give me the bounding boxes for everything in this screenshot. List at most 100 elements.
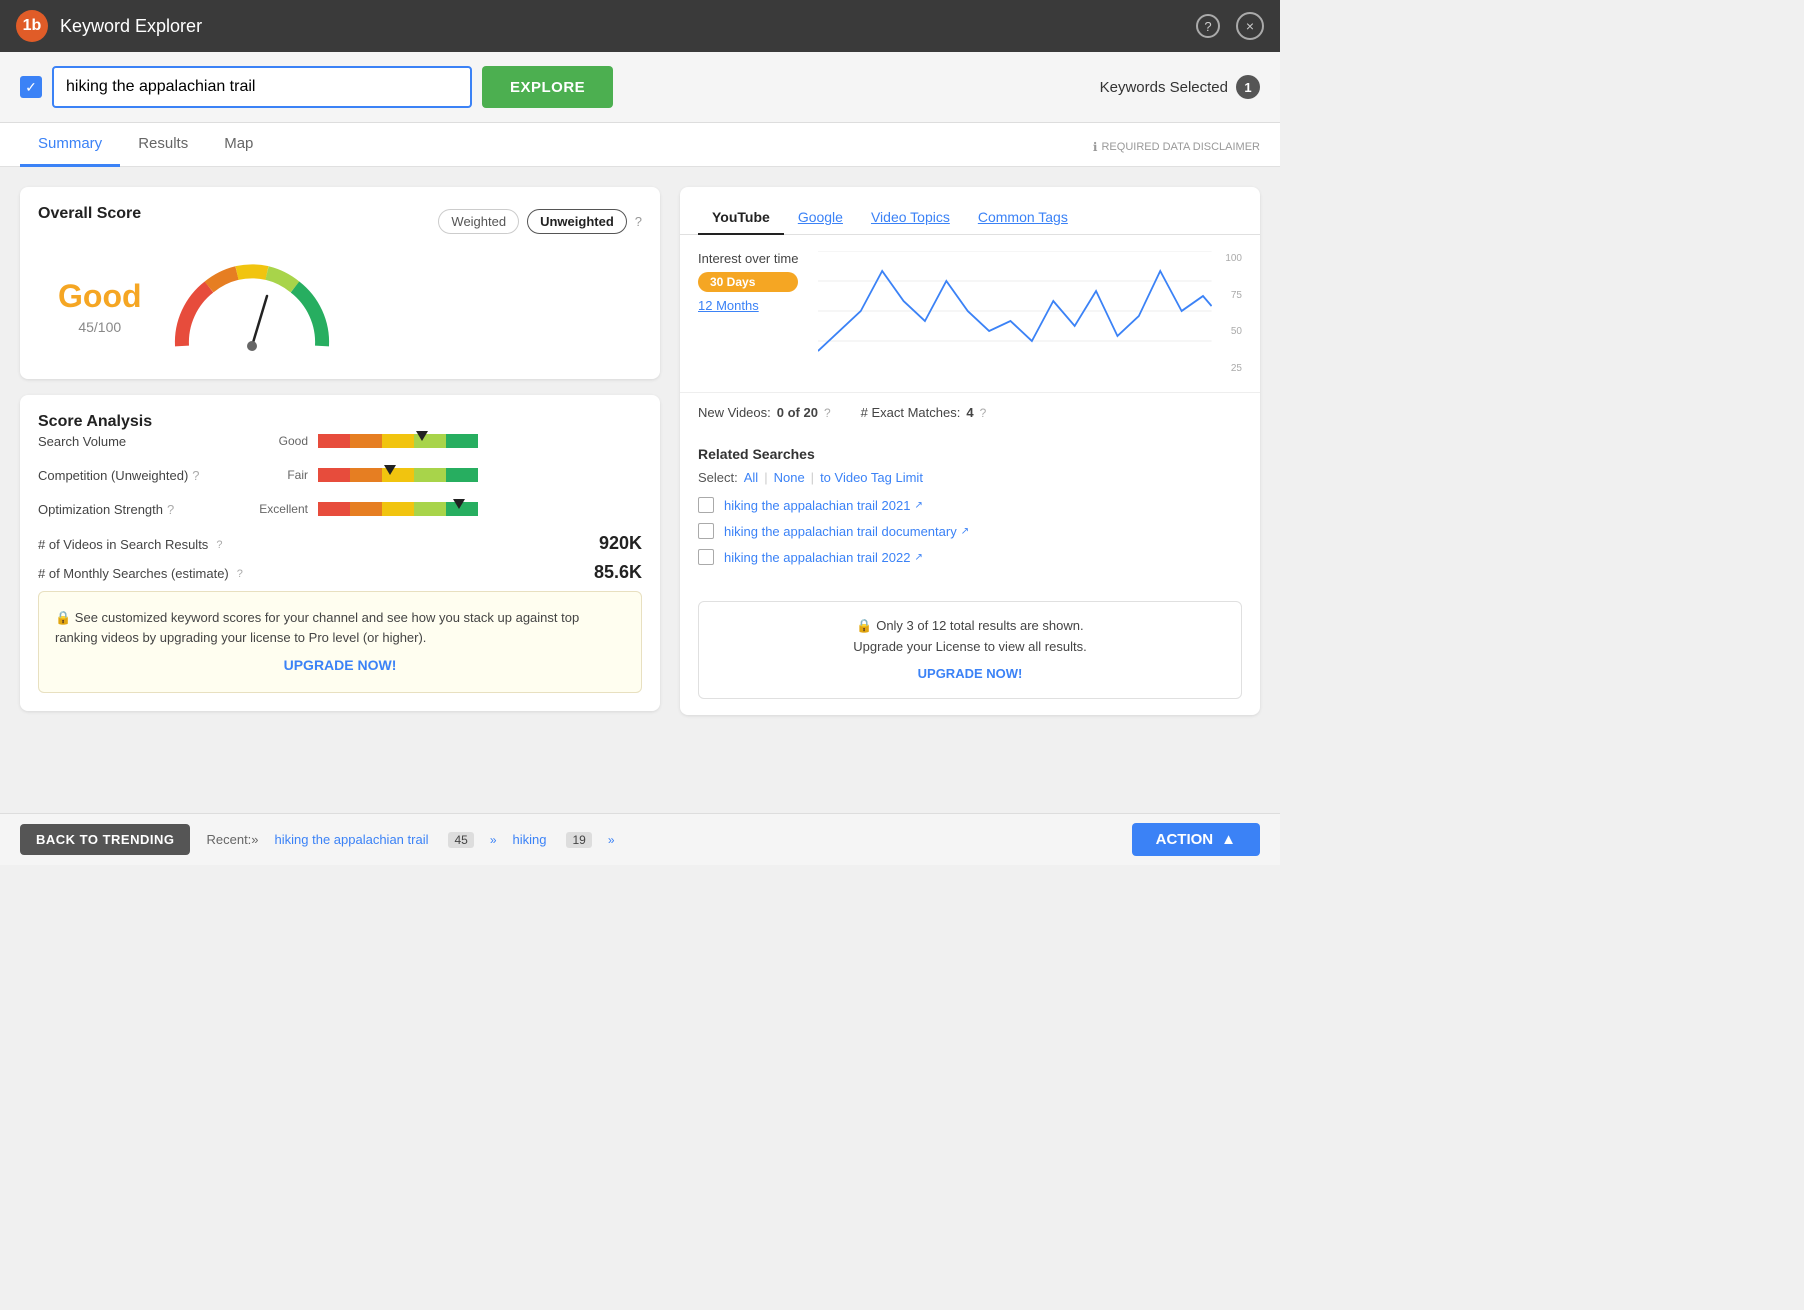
videos-in-results-row: # of Videos in Search Results ? 920K <box>38 533 642 554</box>
tab-results[interactable]: Results <box>120 123 206 167</box>
gauge-svg <box>172 261 332 351</box>
tab-bar: Summary Results Map ℹ REQUIRED DATA DISC… <box>0 123 1280 167</box>
score-analysis-card: Score Analysis Search Volume Good <box>20 395 660 711</box>
30-days-button[interactable]: 30 Days <box>698 272 798 292</box>
tab-video-topics[interactable]: Video Topics <box>857 201 964 235</box>
gauge <box>172 261 332 351</box>
interest-label: Interest over time <box>698 251 798 266</box>
left-panel: Overall Score Weighted Unweighted ? Good… <box>20 187 660 793</box>
tab-youtube[interactable]: YouTube <box>698 201 784 235</box>
12-months-button[interactable]: 12 Months <box>698 298 798 313</box>
related-checkbox-3[interactable] <box>698 549 714 565</box>
exact-matches-value: 4 <box>966 405 973 420</box>
optimization-label: Optimization Strength ? <box>38 502 238 517</box>
recent-arrow-2: » <box>608 833 615 847</box>
search-volume-label: Search Volume <box>38 434 238 449</box>
related-item-1: hiking the appalachian trail 2021 ↗ <box>698 497 1242 513</box>
optimization-help-icon[interactable]: ? <box>167 502 174 517</box>
exact-matches-help[interactable]: ? <box>980 406 987 420</box>
overall-score-title: Overall Score <box>38 205 141 223</box>
search-checkbox[interactable]: ✓ <box>20 76 42 98</box>
select-to-limit-link[interactable]: to Video Tag Limit <box>820 470 923 485</box>
select-label: Select: <box>698 470 738 485</box>
select-all-link[interactable]: All <box>744 470 758 485</box>
related-link-2[interactable]: hiking the appalachian trail documentary… <box>724 524 969 539</box>
score-bar <box>318 434 478 448</box>
related-item-3: hiking the appalachian trail 2022 ↗ <box>698 549 1242 565</box>
monthly-searches-value: 85.6K <box>594 562 642 583</box>
action-button[interactable]: ACTION ▲ <box>1132 823 1260 856</box>
weighted-toggle[interactable]: Weighted <box>438 209 519 234</box>
related-item-2: hiking the appalachian trail documentary… <box>698 523 1242 539</box>
overall-score-card: Overall Score Weighted Unweighted ? Good… <box>20 187 660 379</box>
score-fraction: 45/100 <box>58 319 142 335</box>
score-value: Good 45/100 <box>58 278 142 335</box>
search-input[interactable] <box>52 66 472 108</box>
score-label: Good <box>58 278 142 315</box>
close-button[interactable]: × <box>1236 12 1264 40</box>
disclaimer: ℹ REQUIRED DATA DISCLAIMER <box>1093 128 1260 166</box>
related-checkbox-2[interactable] <box>698 523 714 539</box>
action-chevron-icon: ▲ <box>1221 831 1236 848</box>
help-button[interactable]: ? <box>1196 14 1220 38</box>
exact-matches-label: # Exact Matches: <box>861 405 961 420</box>
unweighted-toggle[interactable]: Unweighted <box>527 209 627 234</box>
upgrade-notice: 🔒 Only 3 of 12 total results are shown. … <box>698 601 1242 699</box>
tab-map[interactable]: Map <box>206 123 271 167</box>
chart-area: Interest over time 30 Days 12 Months 100… <box>680 235 1260 392</box>
score-bar <box>318 502 478 516</box>
competition-rating: Fair <box>248 468 308 482</box>
monthly-searches-row: # of Monthly Searches (estimate) ? 85.6K <box>38 562 642 583</box>
upgrade-text: 🔒 See customized keyword scores for your… <box>55 610 579 645</box>
search-volume-bar <box>318 431 642 451</box>
competition-help-icon[interactable]: ? <box>192 468 199 483</box>
recent-arrow-1: » <box>490 833 497 847</box>
upgrade-notice-subtext: Upgrade your License to view all results… <box>853 639 1086 654</box>
related-link-1[interactable]: hiking the appalachian trail 2021 ↗ <box>724 498 923 513</box>
back-to-trending-button[interactable]: BACK TO TRENDING <box>20 824 190 855</box>
optimization-rating: Excellent <box>248 502 308 516</box>
related-checkbox-1[interactable] <box>698 497 714 513</box>
bottombar: BACK TO TRENDING Recent:» hiking the app… <box>0 813 1280 865</box>
external-icon-2: ↗ <box>961 526 969 537</box>
recent-num-1: 45 <box>448 832 473 848</box>
main-content: Overall Score Weighted Unweighted ? Good… <box>0 167 1280 813</box>
tab-google[interactable]: Google <box>784 201 857 235</box>
upgrade-box: 🔒 See customized keyword scores for your… <box>38 591 642 693</box>
new-videos-help[interactable]: ? <box>824 406 831 420</box>
related-searches-title: Related Searches <box>698 446 1242 462</box>
optimization-bar <box>318 499 642 519</box>
interest-chart <box>818 251 1212 371</box>
app-logo: 1b <box>16 10 48 42</box>
titlebar: 1b Keyword Explorer ? × <box>0 0 1280 52</box>
recent-link-2[interactable]: hiking <box>513 832 547 847</box>
upgrade-now-link[interactable]: UPGRADE NOW! <box>55 655 625 676</box>
search-volume-row: Search Volume Good <box>38 431 642 451</box>
related-link-3[interactable]: hiking the appalachian trail 2022 ↗ <box>724 550 923 565</box>
recent-link-1[interactable]: hiking the appalachian trail <box>275 832 429 847</box>
score-help-icon[interactable]: ? <box>635 214 642 229</box>
tab-common-tags[interactable]: Common Tags <box>964 201 1082 235</box>
action-label: ACTION <box>1156 831 1214 848</box>
monthly-help-icon[interactable]: ? <box>237 568 243 580</box>
optimization-row: Optimization Strength ? Excellent <box>38 499 642 519</box>
select-row: Select: All | None | to Video Tag Limit <box>698 470 1242 485</box>
related-searches: Related Searches Select: All | None | to… <box>680 432 1260 589</box>
videos-help-icon[interactable]: ? <box>216 539 222 551</box>
upgrade-notice-text: 🔒 Only 3 of 12 total results are shown. <box>856 618 1083 633</box>
select-none-link[interactable]: None <box>774 470 805 485</box>
competition-row: Competition (Unweighted) ? Fair <box>38 465 642 485</box>
external-icon-3: ↗ <box>914 552 922 563</box>
keywords-selected: Keywords Selected 1 <box>1100 75 1260 99</box>
upgrade-now-link-2[interactable]: UPGRADE NOW! <box>715 664 1225 685</box>
exact-matches-stat: # Exact Matches: 4 ? <box>861 405 987 420</box>
recent-num-2: 19 <box>566 832 591 848</box>
new-videos-label: New Videos: <box>698 405 771 420</box>
right-panel: YouTube Google Video Topics Common Tags … <box>680 187 1260 793</box>
chart-wrapper: 100 75 50 25 <box>818 251 1242 376</box>
tab-summary[interactable]: Summary <box>20 123 120 167</box>
competition-bar <box>318 465 642 485</box>
score-display: Good 45/100 <box>38 251 642 361</box>
new-videos-stat: New Videos: 0 of 20 ? <box>698 405 831 420</box>
explore-button[interactable]: EXPLORE <box>482 66 613 108</box>
